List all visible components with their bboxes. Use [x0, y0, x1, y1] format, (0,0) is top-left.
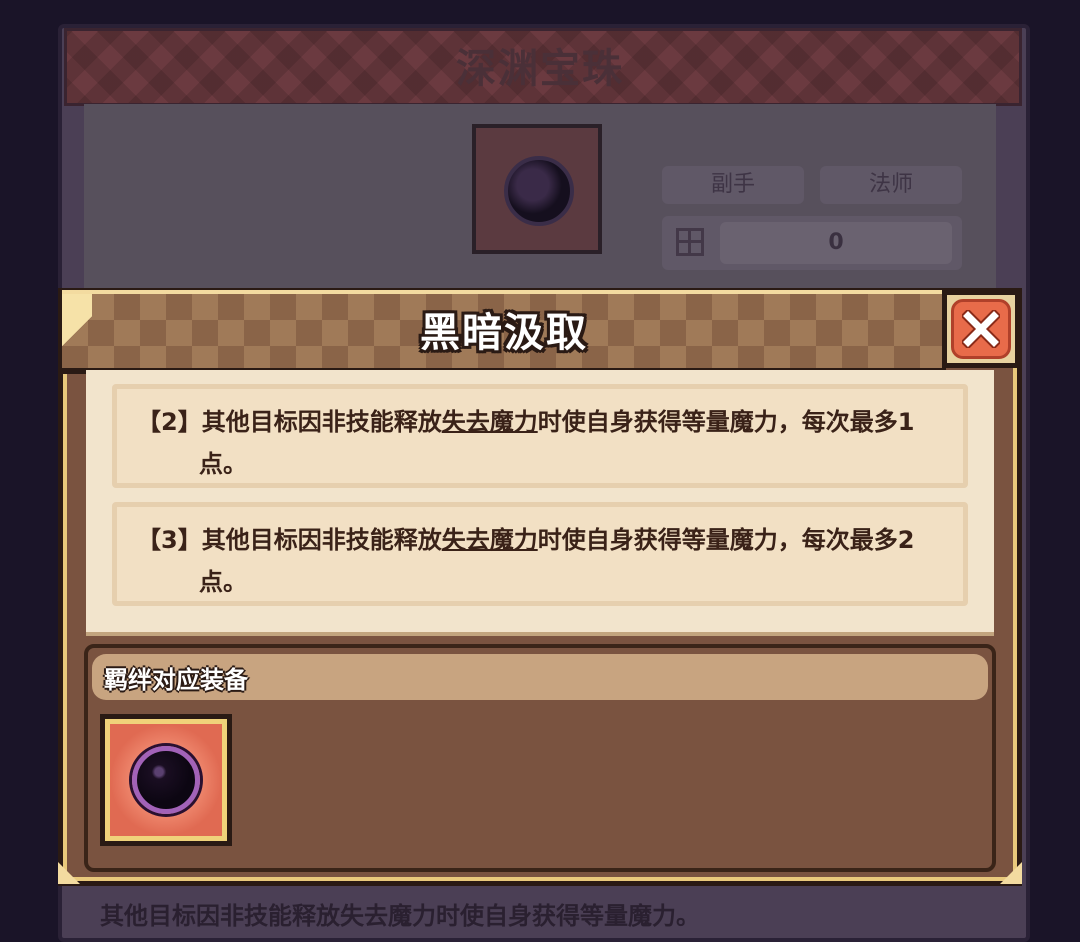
item-count-box: 0 [662, 216, 962, 270]
effect-tier: 【2】 [137, 408, 202, 436]
bond-equipment-title: 羁绊对应装备 [104, 666, 248, 694]
effect-text: 【2】其他目标因非技能释放失去魔力时使自身获得等量魔力，每次最多1点。 [137, 401, 953, 485]
item-description: 其他目标因非技能释放失去魔力时使自身获得等量魔力。 [100, 902, 700, 930]
effect-row: 【3】其他目标因非技能释放失去魔力时使自身获得等量魔力，每次最多2点。 [112, 502, 968, 606]
effect-tier: 【3】 [137, 526, 202, 554]
effect-row: 【2】其他目标因非技能释放失去魔力时使自身获得等量魔力，每次最多1点。 [112, 384, 968, 488]
effect-prefix: 其他目标因非技能释放 [201, 408, 442, 436]
equipment-slot-background [110, 724, 222, 836]
effect-text: 【3】其他目标因非技能释放失去魔力时使自身获得等量魔力，每次最多2点。 [137, 519, 953, 603]
item-title: 深渊宝珠 [456, 46, 624, 92]
close-button[interactable] [942, 290, 1020, 368]
effect-keyword-link[interactable]: 失去魔力 [442, 526, 538, 554]
dark-orb-icon [504, 156, 574, 226]
close-x-icon[interactable] [951, 299, 1011, 359]
tag-class: 法师 [820, 166, 962, 204]
item-count-value: 0 [720, 222, 952, 264]
popup-title: 黑暗汲取 [420, 310, 588, 356]
effect-prefix: 其他目标因非技能释放 [201, 526, 442, 554]
bond-equipment-slot[interactable] [100, 714, 232, 846]
grid-icon [676, 228, 704, 256]
tag-slot-type: 副手 [662, 166, 804, 204]
dark-orb-icon [132, 746, 200, 814]
effect-keyword-link[interactable]: 失去魔力 [442, 408, 538, 436]
item-icon-slot [472, 124, 602, 254]
